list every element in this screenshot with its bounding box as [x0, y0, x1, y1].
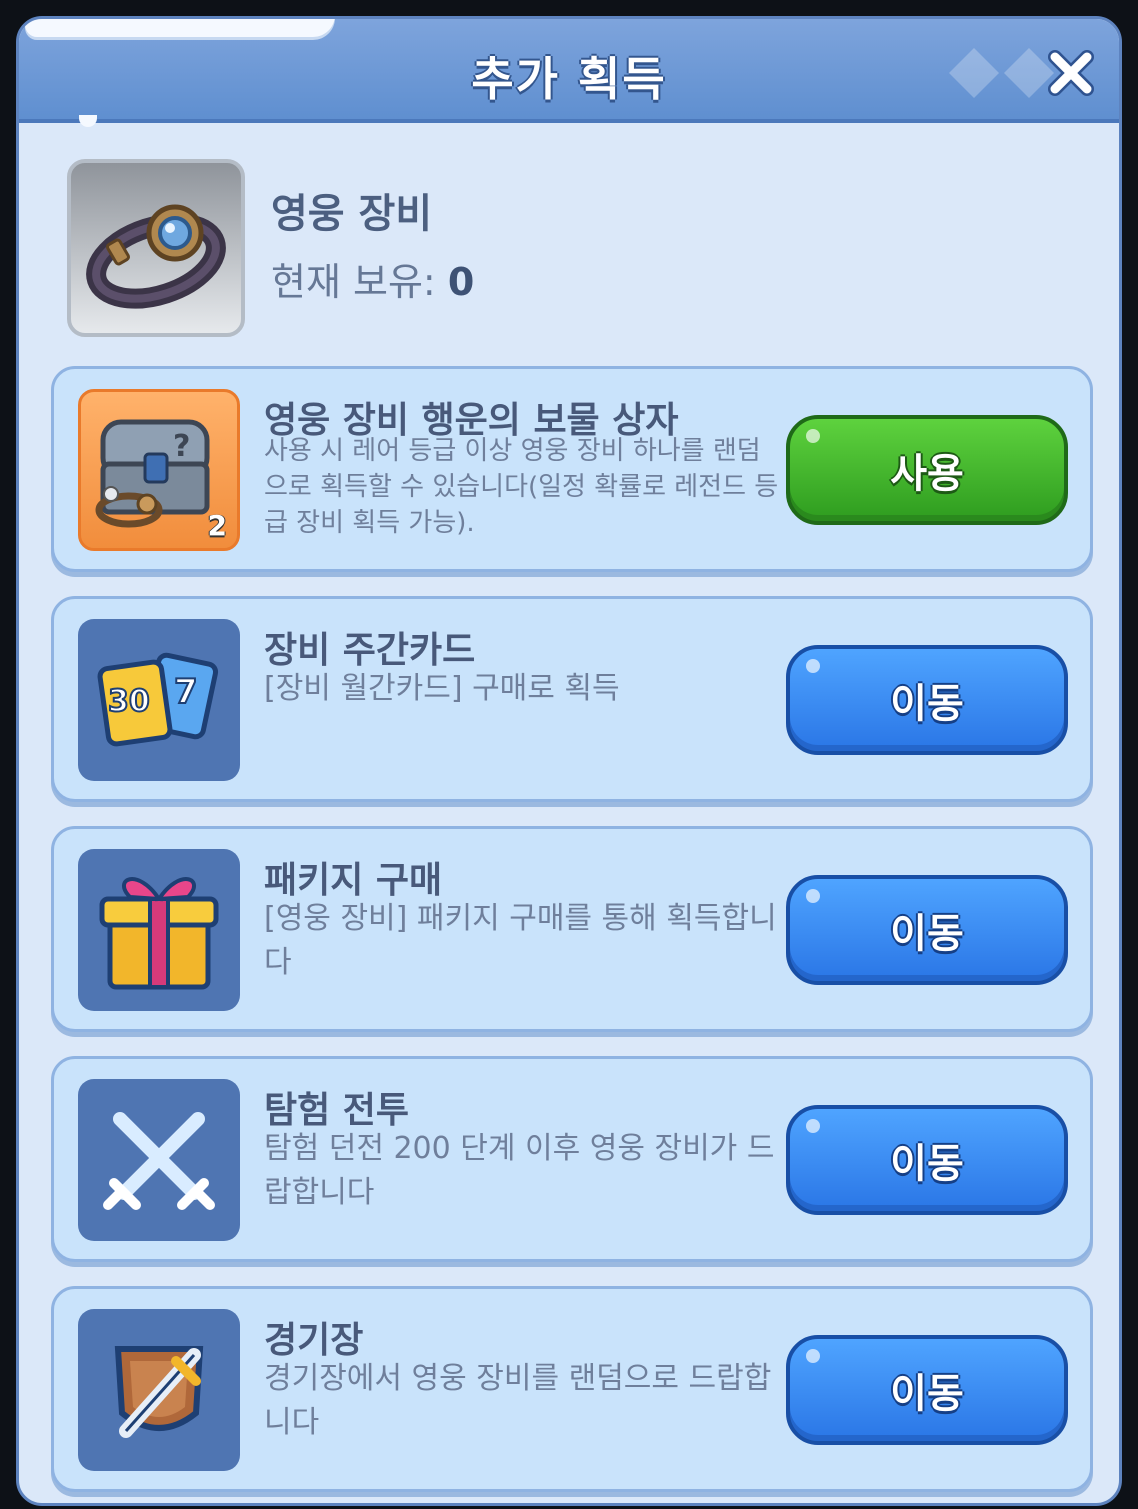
- source-description: 탐험 던전 200 단계 이후 영웅 장비가 드랍합니다: [264, 1131, 775, 1210]
- button-shine: [806, 1349, 820, 1363]
- source-description: 사용 시 레어 등급 이상 영웅 장비 하나를 랜덤으로 획득할 수 있습니다(…: [264, 436, 779, 538]
- source-card-arena: 경기장 경기장에서 영웅 장비를 랜덤으로 드랍합니다 이동: [51, 1286, 1093, 1492]
- svg-text:?: ?: [173, 429, 190, 464]
- snow-decoration: [25, 19, 335, 37]
- go-button-label: 이동: [890, 911, 964, 957]
- gift-box-icon: [99, 877, 219, 990]
- source-card-weekly-card: 30 7 장비 주간카드 [장비 월간카드] 구매로 획득 이동: [51, 596, 1093, 802]
- owned-label: 현재 보유:: [271, 260, 436, 304]
- snow-drip-decoration: [79, 115, 97, 127]
- go-button-label: 이동: [890, 681, 964, 727]
- source-title: 패키지 구매: [264, 860, 443, 901]
- close-icon: [1048, 50, 1094, 96]
- use-button-label: 사용: [890, 451, 964, 497]
- weekly-card-icon-frame: 30 7: [78, 619, 240, 781]
- source-description: [장비 월간카드] 구매로 획득: [264, 671, 620, 706]
- go-button-weekly-card[interactable]: 이동: [786, 645, 1068, 755]
- owned-count: 현재 보유: 0: [271, 251, 474, 306]
- go-button-package[interactable]: 이동: [786, 875, 1068, 985]
- go-button-label: 이동: [890, 1141, 964, 1187]
- item-name: 영웅 장비: [271, 191, 433, 237]
- go-button-arena[interactable]: 이동: [786, 1335, 1068, 1445]
- button-shine: [806, 889, 820, 903]
- source-description: 경기장에서 영웅 장비를 랜덤으로 드랍합니다: [264, 1361, 772, 1440]
- go-button-label: 이동: [890, 1371, 964, 1417]
- button-shine: [806, 659, 820, 673]
- source-title: 경기장: [264, 1320, 364, 1361]
- treasure-chest-icon-frame: ? 2: [78, 389, 240, 551]
- button-shine: [806, 429, 820, 443]
- crossed-swords-icon: [103, 1112, 215, 1210]
- item-count-badge: 2: [207, 509, 227, 542]
- use-button[interactable]: 사용: [786, 415, 1068, 525]
- source-description: [영웅 장비] 패키지 구매를 통해 획득합니다: [264, 901, 777, 980]
- item-icon-frame: [67, 159, 245, 337]
- card-number-7: 7: [174, 672, 198, 712]
- gift-box-icon-frame: [78, 849, 240, 1011]
- arena-icon-frame: [78, 1309, 240, 1471]
- acquire-more-dialog: 추가 획득 영웅 장비 현재 보유: 0 ? 2 영웅 장비 행운의 보물 상자…: [16, 16, 1122, 1506]
- source-title: 탐험 전투: [264, 1090, 410, 1131]
- source-card-package: 패키지 구매 [영웅 장비] 패키지 구매를 통해 획득합니다 이동: [51, 826, 1093, 1032]
- close-button[interactable]: [1045, 47, 1097, 99]
- weekly-card-icon: 30 7: [97, 652, 219, 747]
- crossed-swords-icon-frame: [78, 1079, 240, 1241]
- source-title: 장비 주간카드: [264, 630, 476, 671]
- source-card-exploration-battle: 탐험 전투 탐험 던전 200 단계 이후 영웅 장비가 드랍합니다 이동: [51, 1056, 1093, 1262]
- dialog-header: 추가 획득: [19, 19, 1119, 127]
- go-button-exploration-battle[interactable]: 이동: [786, 1105, 1068, 1215]
- arena-sword-shield-icon: [114, 1346, 204, 1438]
- button-shine: [806, 1119, 820, 1133]
- owned-value: 0: [447, 260, 475, 304]
- source-card-treasure-chest: ? 2 영웅 장비 행운의 보물 상자 사용 시 레어 등급 이상 영웅 장비 …: [51, 366, 1093, 572]
- equipment-bracelet-icon: [86, 204, 226, 309]
- card-number-30: 30: [108, 684, 150, 719]
- dialog-title: 추가 획득: [471, 52, 667, 106]
